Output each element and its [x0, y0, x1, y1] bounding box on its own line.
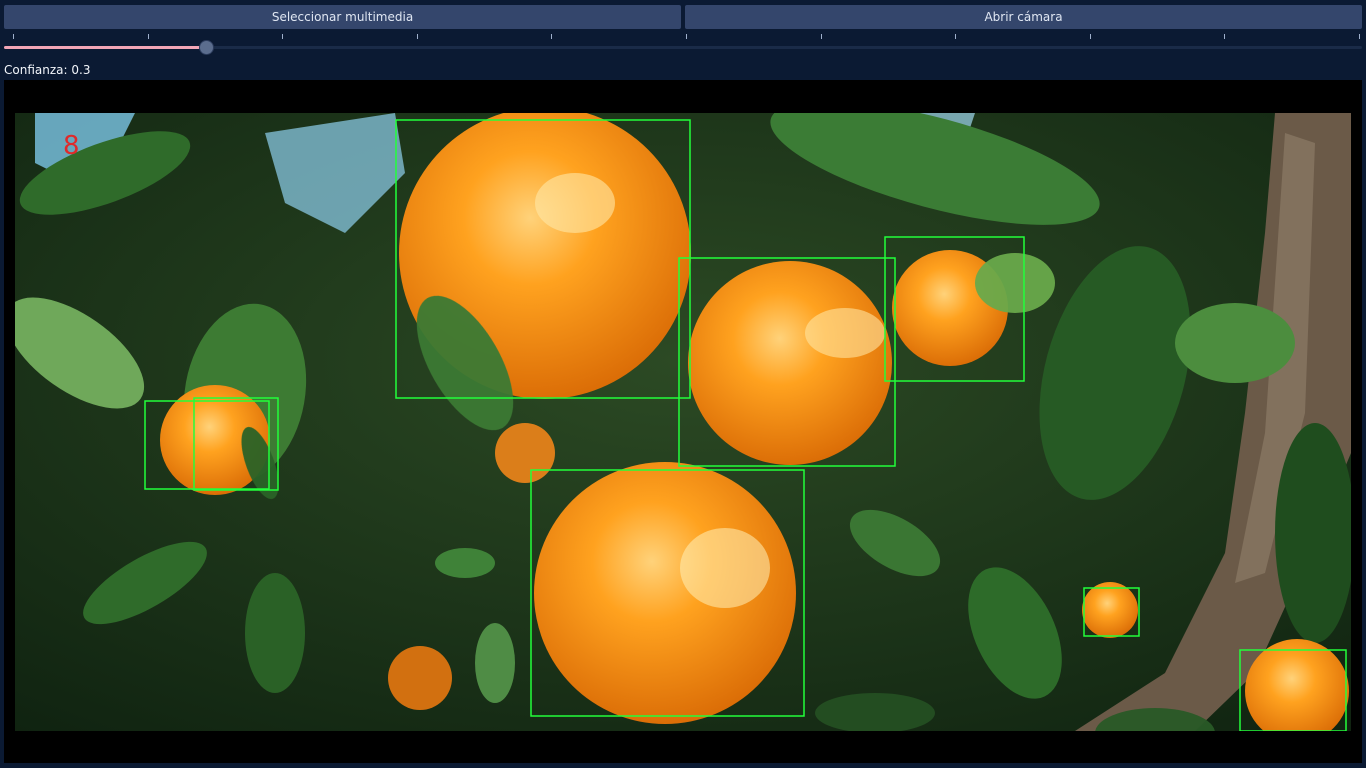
- slider-fill: [4, 46, 200, 49]
- slider-tick: [416, 34, 418, 39]
- detection-box: [884, 236, 1025, 382]
- slider-thumb[interactable]: [199, 41, 213, 54]
- slider-tick: [1089, 34, 1091, 39]
- confidence-value: 0.3: [71, 63, 91, 77]
- detection-box: [144, 400, 270, 490]
- detection-box: [395, 119, 691, 399]
- slider-tick: [551, 34, 553, 39]
- confidence-readout: Confianza: 0.3: [4, 63, 90, 77]
- detection-viewer: 8: [4, 80, 1362, 763]
- slider-tick: [13, 34, 14, 39]
- open-camera-button[interactable]: Abrir cámara: [685, 5, 1362, 29]
- detection-count: 8: [63, 131, 80, 161]
- slider-ticks: [4, 32, 1362, 40]
- confidence-label: Confianza:: [4, 63, 68, 77]
- slider-tick: [686, 34, 687, 39]
- select-media-button[interactable]: Seleccionar multimedia: [4, 5, 681, 29]
- slider-tick: [955, 34, 957, 39]
- detection-box: [1083, 587, 1140, 637]
- toolbar: Seleccionar multimedia Abrir cámara: [4, 5, 1362, 29]
- detection-box: [678, 257, 896, 467]
- slider-tick: [282, 34, 284, 39]
- detection-box: [193, 397, 279, 491]
- confidence-slider[interactable]: [4, 32, 1362, 60]
- slider-tick: [1359, 34, 1360, 39]
- slider-tick: [1224, 34, 1226, 39]
- detection-boxes: [144, 119, 1347, 731]
- detection-box: [1239, 649, 1347, 731]
- slider-tick: [820, 34, 822, 39]
- detection-image: 8: [15, 113, 1351, 731]
- detection-box: [530, 469, 805, 717]
- slider-tick: [147, 34, 149, 39]
